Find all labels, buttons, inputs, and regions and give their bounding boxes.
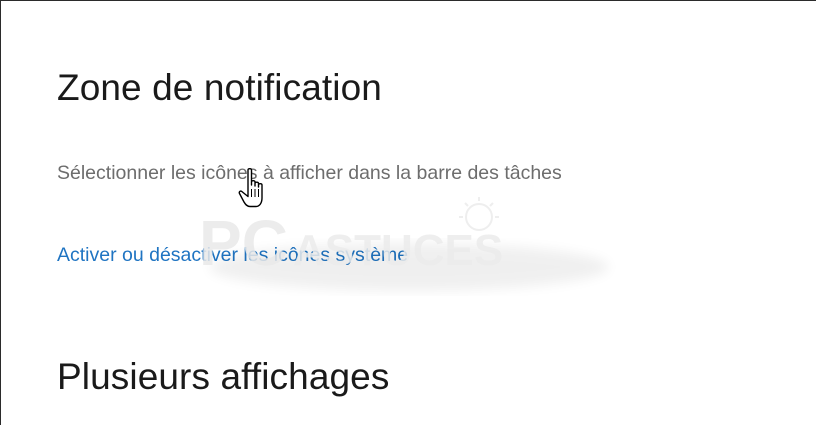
select-taskbar-icons-link[interactable]: Sélectionner les icônes à afficher dans … [57,162,562,185]
system-icons-toggle-link[interactable]: Activer ou désactiver les icônes système [57,244,408,267]
settings-panel: Zone de notification Sélectionner les ic… [0,0,816,425]
section-title-notification-area: Zone de notification [57,67,382,108]
section-title-multiple-displays: Plusieurs affichages [57,356,390,397]
watermark-text-pc: PC [199,207,288,279]
